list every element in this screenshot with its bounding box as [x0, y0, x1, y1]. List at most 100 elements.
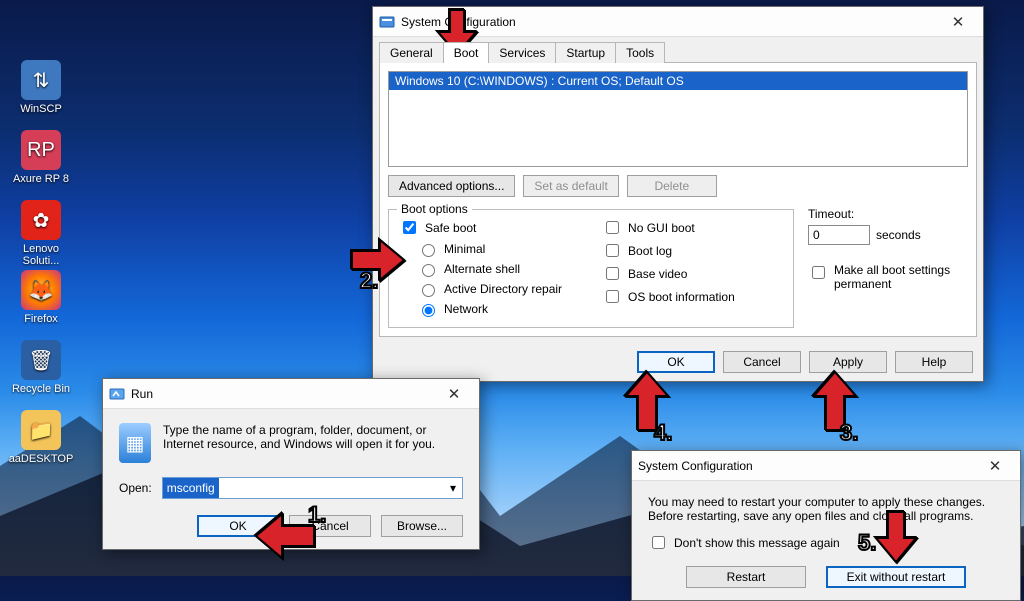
annotation-num-4: 4. — [654, 420, 672, 446]
titlebar[interactable]: Run ✕ — [103, 379, 479, 409]
close-button[interactable]: ✕ — [939, 11, 977, 33]
window-restart-confirm: System Configuration ✕ You may need to r… — [631, 450, 1021, 601]
restart-msg-line1: You may need to restart your computer to… — [648, 495, 1004, 509]
titlebar[interactable]: System Configuration ✕ — [373, 7, 983, 37]
tab-boot[interactable]: Boot — [443, 42, 490, 63]
safe-mode-network[interactable]: Network — [399, 301, 562, 317]
tab-label: Tools — [626, 46, 654, 60]
tabstrip: General Boot Services Startup Tools — [373, 37, 983, 62]
desktop-icon-winscp[interactable]: ⇅ WinSCP — [8, 60, 74, 115]
os-boot-info-checkbox[interactable]: OS boot information — [602, 287, 735, 306]
label: Don't show this message again — [674, 536, 840, 550]
tab-label: Startup — [566, 46, 605, 60]
app-icon: ⇅ — [21, 60, 61, 100]
desktop-icon-aadesktop[interactable]: 📁 aaDESKTOP — [8, 410, 74, 465]
label: Active Directory repair — [444, 282, 562, 296]
desktop-icon-axure[interactable]: RP Axure RP 8 — [8, 130, 74, 185]
os-list-selected[interactable]: Windows 10 (C:\WINDOWS) : Current OS; De… — [389, 72, 967, 90]
recycle-bin-icon: 🗑 — [21, 340, 61, 380]
safe-mode-altshell[interactable]: Alternate shell — [399, 261, 562, 277]
browse-button[interactable]: Browse... — [381, 515, 463, 537]
desktop-icon-recyclebin[interactable]: 🗑 Recycle Bin — [8, 340, 74, 395]
boot-tabpane: Windows 10 (C:\WINDOWS) : Current OS; De… — [379, 62, 977, 337]
app-icon: 🦊 — [21, 270, 61, 310]
close-button[interactable]: ✕ — [976, 455, 1014, 477]
checkbox[interactable] — [606, 290, 619, 303]
advanced-options-button[interactable]: Advanced options... — [388, 175, 515, 197]
no-gui-boot-checkbox[interactable]: No GUI boot — [602, 218, 735, 237]
restart-button[interactable]: Restart — [686, 566, 806, 588]
checkbox[interactable] — [652, 536, 665, 549]
icon-label: WinSCP — [8, 103, 74, 115]
app-icon: RP — [21, 130, 61, 170]
label: Base video — [628, 267, 687, 281]
label: Make all boot settings permanent — [834, 263, 964, 291]
radio[interactable] — [422, 264, 435, 277]
label: Minimal — [444, 242, 485, 256]
icon-label: Recycle Bin — [8, 383, 74, 395]
radio[interactable] — [422, 304, 435, 317]
tab-tools[interactable]: Tools — [615, 42, 665, 63]
checkbox[interactable] — [606, 244, 619, 257]
window-title: System Configuration — [638, 459, 976, 473]
safe-mode-adrepair[interactable]: Active Directory repair — [399, 281, 562, 297]
cancel-button[interactable]: Cancel — [289, 515, 371, 537]
dont-show-checkbox[interactable]: Don't show this message again — [648, 533, 1004, 552]
help-button[interactable]: Help — [895, 351, 973, 373]
open-combobox[interactable]: ▾ — [162, 477, 463, 499]
annotation-num-3: 3. — [840, 420, 858, 446]
safe-mode-minimal[interactable]: Minimal — [399, 241, 562, 257]
icon-label: Lenovo Soluti... — [8, 243, 74, 267]
timeout-label: Timeout: — [808, 207, 968, 221]
tab-label: Boot — [454, 46, 479, 60]
apply-button[interactable]: Apply — [809, 351, 887, 373]
label: OS boot information — [628, 290, 735, 304]
tab-services[interactable]: Services — [488, 42, 556, 63]
titlebar[interactable]: System Configuration ✕ — [632, 451, 1020, 481]
label: Boot log — [628, 244, 672, 258]
checkbox[interactable] — [606, 221, 619, 234]
label: Alternate shell — [444, 262, 520, 276]
boot-log-checkbox[interactable]: Boot log — [602, 241, 735, 260]
group-legend: Boot options — [397, 202, 472, 216]
tab-general[interactable]: General — [379, 42, 444, 63]
desktop-icon-firefox[interactable]: 🦊 Firefox — [8, 270, 74, 325]
safe-boot-checkbox[interactable]: Safe boot — [399, 218, 562, 237]
window-run: Run ✕ ▦ Type the name of a program, fold… — [102, 378, 480, 550]
close-button[interactable]: ✕ — [435, 383, 473, 405]
timeout-unit: seconds — [876, 228, 921, 242]
base-video-checkbox[interactable]: Base video — [602, 264, 735, 283]
cancel-button[interactable]: Cancel — [723, 351, 801, 373]
tab-startup[interactable]: Startup — [555, 42, 616, 63]
open-input[interactable] — [162, 477, 463, 499]
checkbox[interactable] — [812, 266, 825, 279]
open-label: Open: — [119, 481, 152, 495]
run-hint-icon: ▦ — [119, 423, 151, 463]
timeout-column: Timeout: seconds Make all boot settings … — [808, 203, 968, 328]
label: Safe boot — [425, 221, 476, 235]
exit-without-restart-button[interactable]: Exit without restart — [826, 566, 966, 588]
ok-button[interactable]: OK — [197, 515, 279, 537]
set-default-button: Set as default — [523, 175, 618, 197]
radio[interactable] — [422, 284, 435, 297]
boot-options-group: Boot options Safe boot Minimal Alternate… — [388, 209, 794, 328]
icon-label: aaDESKTOP — [8, 453, 74, 465]
os-list[interactable]: Windows 10 (C:\WINDOWS) : Current OS; De… — [388, 71, 968, 167]
delete-button: Delete — [627, 175, 717, 197]
timeout-input[interactable] — [808, 225, 870, 245]
tab-label: General — [390, 46, 433, 60]
ok-button[interactable]: OK — [637, 351, 715, 373]
icon-label: Axure RP 8 — [8, 173, 74, 185]
window-title: System Configuration — [401, 15, 939, 29]
checkbox[interactable] — [403, 221, 416, 234]
run-icon — [109, 386, 125, 402]
radio[interactable] — [422, 244, 435, 257]
permanent-checkbox[interactable]: Make all boot settings permanent — [808, 263, 968, 291]
msconfig-icon — [379, 14, 395, 30]
folder-icon: 📁 — [21, 410, 61, 450]
chevron-down-icon[interactable]: ▾ — [445, 479, 461, 497]
window-title: Run — [131, 387, 435, 401]
label: Network — [444, 302, 488, 316]
checkbox[interactable] — [606, 267, 619, 280]
desktop-icon-lenovo[interactable]: ✿ Lenovo Soluti... — [8, 200, 74, 267]
